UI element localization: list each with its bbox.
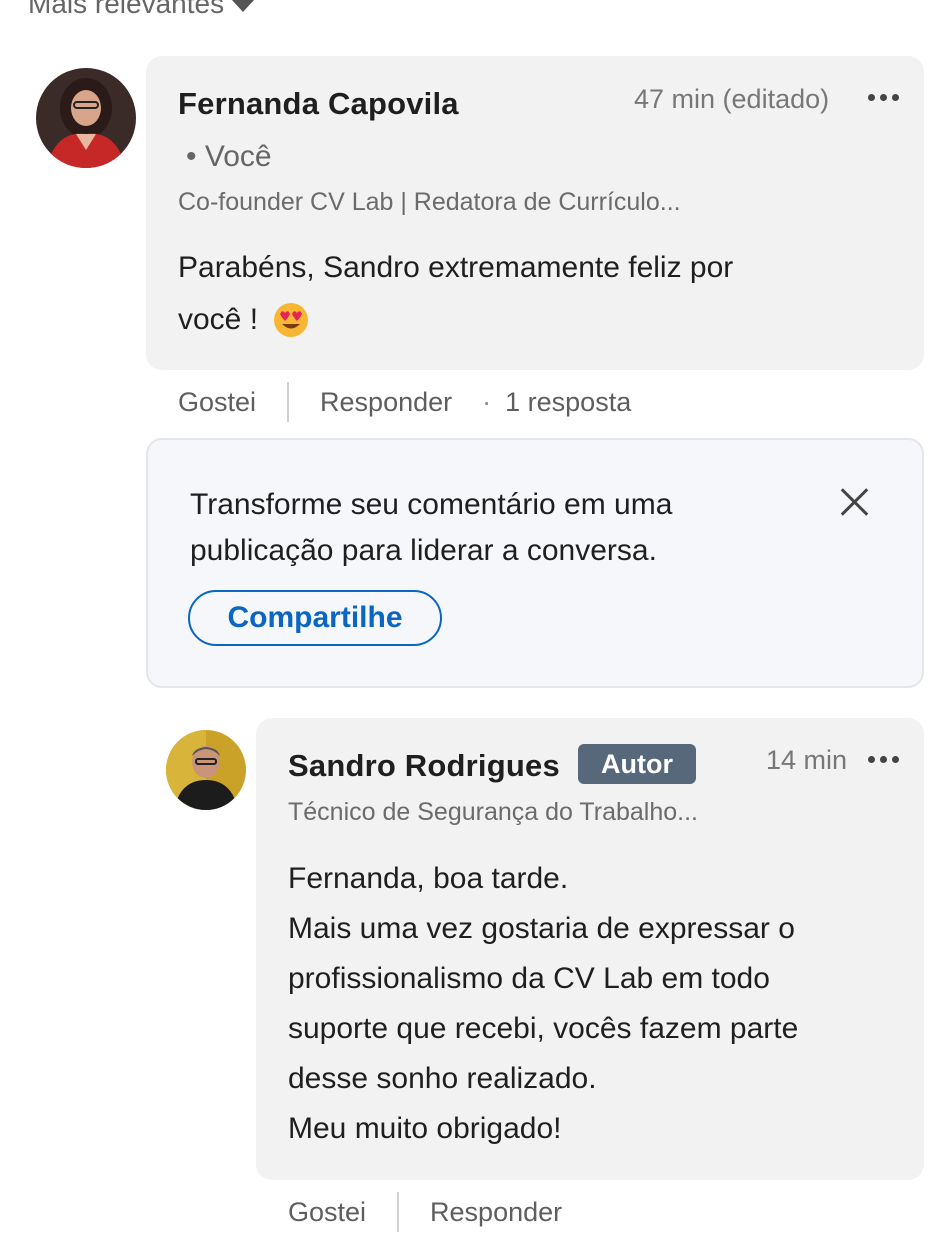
reply-text-line: Fernanda, boa tarde.	[288, 862, 569, 895]
sort-label: Mais relevantes	[28, 0, 225, 19]
comment-text: Parabéns, Sandro extremamente feliz por …	[178, 242, 733, 346]
author-relation: • Você	[186, 140, 272, 173]
replies-count-link[interactable]: 1 resposta	[505, 387, 631, 418]
promo-text: Transforme seu comentário em uma publica…	[190, 482, 672, 574]
close-icon[interactable]	[838, 486, 870, 518]
author-badge: Autor	[578, 744, 696, 784]
divider	[397, 1192, 400, 1232]
promo-text-line: Transforme seu comentário em uma	[190, 488, 673, 521]
comment-text-line: Parabéns, Sandro extremamente feliz por	[178, 251, 734, 284]
avatar-photo	[36, 68, 136, 168]
like-button[interactable]: Gostei	[178, 387, 256, 418]
comment-timestamp: 47 min (editado)	[634, 84, 830, 114]
reply-button[interactable]: Responder	[430, 1197, 562, 1228]
like-button[interactable]: Gostei	[288, 1197, 366, 1228]
reply-text-line: profissionalismo da CV Lab em todo	[288, 962, 770, 995]
divider	[287, 382, 290, 422]
reply-text-line: suporte que recebi, vocês fazem parte	[288, 1012, 799, 1045]
more-options-icon[interactable]	[868, 94, 899, 101]
separator-dot: ·	[482, 386, 492, 417]
reply-actions: Gostei Responder	[288, 1192, 562, 1232]
comment-actions: Gostei Responder · 1 resposta	[178, 382, 631, 422]
avatar[interactable]	[36, 68, 136, 168]
promo-text-line: publicação para liderar a conversa.	[190, 534, 657, 567]
reply-text-line: desse sonho realizado.	[288, 1062, 597, 1095]
author-headline: Técnico de Segurança do Trabalho...	[288, 798, 698, 826]
reply-author-name[interactable]: Sandro Rodrigues	[288, 748, 560, 784]
reply-text: Fernanda, boa tarde. Mais uma vez gostar…	[288, 854, 798, 1154]
reply-text-line: Mais uma vez gostaria de expressar o	[288, 912, 795, 945]
share-promo-card: Transforme seu comentário em uma publica…	[146, 438, 924, 688]
reply-timestamp: 14 min	[766, 745, 848, 775]
avatar-photo	[166, 730, 246, 810]
avatar[interactable]	[166, 730, 246, 810]
sort-dropdown[interactable]: Mais relevantes	[28, 0, 255, 20]
more-options-icon[interactable]	[868, 756, 899, 763]
share-button[interactable]: Compartilhe	[188, 590, 442, 646]
reply-button[interactable]: Responder	[320, 387, 452, 418]
comment-author-name[interactable]: Fernanda Capovila	[178, 86, 459, 122]
heart-eyes-emoji-icon	[274, 303, 309, 337]
author-headline: Co-founder CV Lab | Redatora de Currícul…	[178, 188, 681, 216]
comment-text-line: você !	[178, 303, 259, 336]
reply-text-line: Meu muito obrigado!	[288, 1112, 562, 1145]
caret-down-icon	[232, 0, 255, 12]
